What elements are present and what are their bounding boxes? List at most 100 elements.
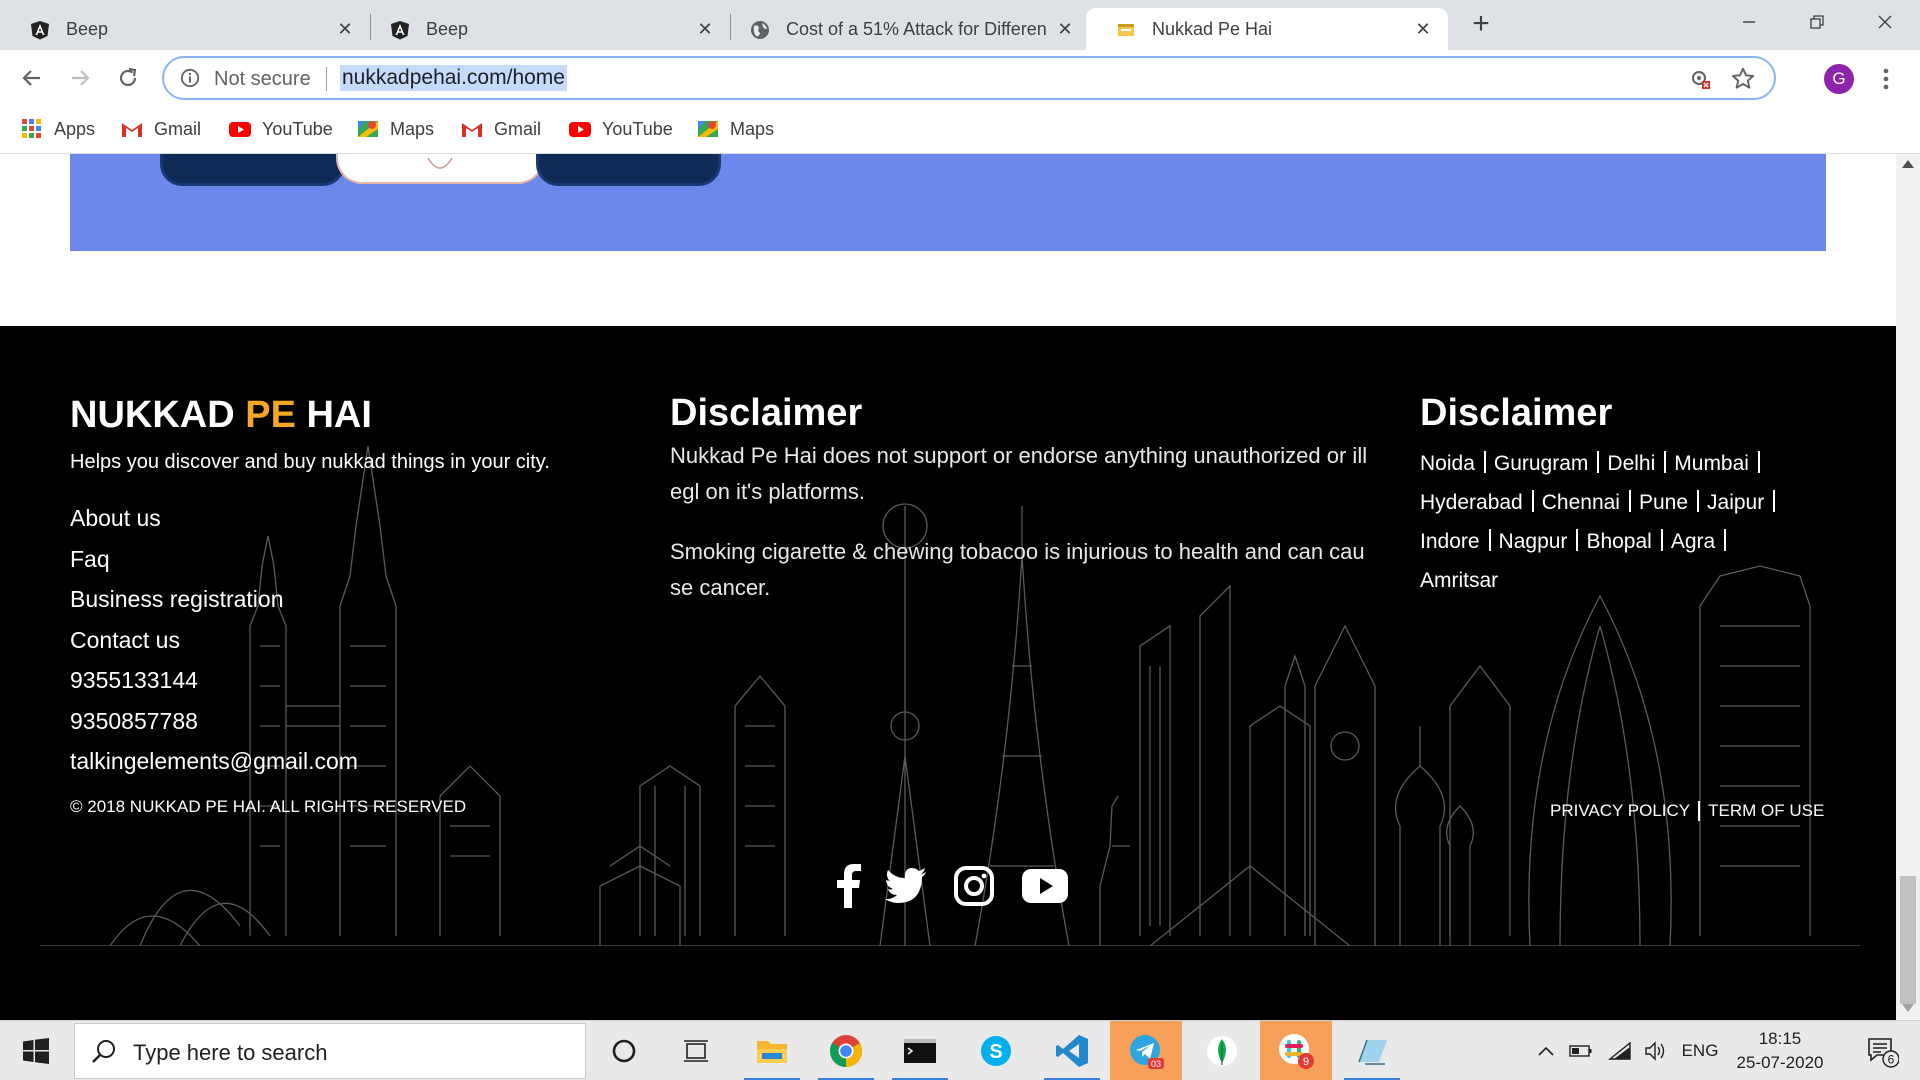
slack-icon: 9 [1279, 1034, 1314, 1069]
search-icon [92, 1040, 115, 1063]
taskbar-clock[interactable]: 18:15 25-07-2020 [1720, 1027, 1840, 1075]
city-link[interactable]: Indore [1420, 530, 1480, 553]
task-view-button[interactable] [660, 1021, 732, 1080]
tab-close-icon[interactable]: ✕ [694, 18, 716, 40]
bookmark-gmail[interactable]: Gmail [120, 116, 201, 142]
bookmark-apps[interactable]: Apps [20, 116, 95, 142]
tab-beep-2[interactable]: Beep ✕ [360, 8, 730, 50]
bookmark-youtube[interactable]: YouTube [568, 116, 673, 142]
bookmark-label: Gmail [494, 118, 542, 139]
start-button[interactable] [0, 1021, 72, 1080]
bookmark-youtube[interactable]: YouTube [228, 116, 333, 142]
reload-button[interactable] [110, 60, 146, 96]
bookmark-label: Maps [390, 118, 435, 139]
terms-of-use-link[interactable]: TERM OF USE [1708, 801, 1824, 821]
wifi-indicator[interactable] [1604, 1021, 1636, 1080]
instagram-link[interactable] [942, 860, 1006, 912]
footer-link-faq[interactable]: Faq [70, 539, 358, 580]
more-menu-icon[interactable] [1876, 64, 1896, 94]
security-label[interactable]: Not secure [214, 68, 311, 91]
forward-button[interactable] [62, 60, 98, 96]
bookmark-star-icon[interactable] [1730, 66, 1756, 92]
city-link[interactable]: Delhi [1607, 452, 1655, 475]
city-link[interactable]: Jaipur [1707, 491, 1764, 514]
bookmark-maps[interactable]: Maps [696, 116, 774, 142]
city-link[interactable]: Chennai [1542, 491, 1620, 514]
city-link[interactable]: Gurugram [1494, 452, 1589, 475]
info-icon[interactable] [180, 68, 200, 88]
page-scrollbar[interactable] [1896, 154, 1920, 1020]
city-link[interactable]: Nagpur [1499, 530, 1568, 553]
desktop-screen: Beep ✕ Beep ✕ Cost of a 51% Attack for D… [0, 0, 1920, 1080]
battery-indicator[interactable] [1566, 1021, 1596, 1080]
close-icon [1878, 15, 1892, 29]
tab-close-icon[interactable]: ✕ [334, 18, 356, 40]
slack-button[interactable]: 9 [1260, 1021, 1332, 1080]
volume-indicator[interactable] [1640, 1021, 1672, 1080]
tab-beep-1[interactable]: Beep ✕ [0, 8, 370, 50]
youtube-link[interactable] [1010, 860, 1080, 912]
city-separator [1757, 451, 1760, 473]
privacy-policy-link[interactable]: PRIVACY POLICY [1550, 801, 1690, 821]
back-button[interactable] [14, 60, 50, 96]
terminal-icon [904, 1039, 936, 1063]
new-tab-button[interactable]: + [1466, 9, 1496, 40]
city-separator [1488, 529, 1491, 551]
city-link[interactable]: Hyderabad [1420, 491, 1523, 514]
taskbar-search[interactable]: Type here to search [74, 1023, 586, 1079]
browser-tab-strip: Beep ✕ Beep ✕ Cost of a 51% Attack for D… [0, 0, 1920, 50]
footer-link-contact[interactable]: Contact us [70, 620, 358, 661]
scroll-up-arrow[interactable] [1902, 160, 1914, 168]
footer-phone-1[interactable]: 9355133144 [70, 660, 358, 701]
address-bar[interactable]: Not secure nukkadpehai.com/home [162, 56, 1776, 100]
tab-close-icon[interactable]: ✕ [1054, 18, 1076, 40]
tab-close-icon[interactable]: ✕ [1412, 18, 1434, 40]
chrome-button[interactable] [810, 1021, 882, 1080]
profile-avatar[interactable]: G [1824, 64, 1854, 94]
url-text[interactable]: nukkadpehai.com/home [340, 65, 567, 91]
city-link[interactable]: Agra [1671, 530, 1715, 553]
tab-cost-of-attack[interactable]: Cost of a 51% Attack for Differen ✕ [720, 8, 1090, 50]
facebook-link[interactable] [818, 860, 878, 912]
footer-brand: NUKKAD PE HAI [70, 394, 372, 437]
scrollbar-thumb[interactable] [1900, 876, 1916, 1004]
arrow-left-icon [22, 70, 40, 86]
google-lens-icon[interactable] [1688, 67, 1712, 91]
youtube-icon [1022, 869, 1068, 903]
close-window-button[interactable] [1852, 0, 1918, 44]
minimize-button[interactable] [1716, 0, 1782, 44]
city-separator [1664, 451, 1667, 473]
restore-button[interactable] [1784, 0, 1850, 44]
bookmark-gmail[interactable]: Gmail [460, 116, 541, 142]
city-link[interactable]: Amritsar [1420, 569, 1498, 592]
footer-phone-2[interactable]: 9350857788 [70, 701, 358, 742]
cortana-button[interactable] [588, 1021, 660, 1080]
city-link[interactable]: Bhopal [1586, 530, 1651, 553]
tab-title: Nukkad Pe Hai [1152, 18, 1273, 39]
city-link[interactable]: Mumbai [1674, 452, 1749, 475]
input-language[interactable]: ENG [1680, 1021, 1720, 1080]
scroll-down-arrow[interactable] [1902, 1004, 1914, 1012]
action-center-button[interactable]: 6 [1850, 1021, 1914, 1080]
skype-button[interactable]: S [960, 1021, 1032, 1080]
footer-link-about[interactable]: About us [70, 498, 358, 539]
file-explorer-button[interactable] [736, 1021, 808, 1080]
city-link[interactable]: Pune [1639, 491, 1688, 514]
tab-nukkad-pe-hai[interactable]: Nukkad Pe Hai ✕ [1086, 8, 1448, 50]
twitter-link[interactable] [874, 860, 938, 912]
notification-count: 6 [1888, 1053, 1895, 1067]
footer-link-business-registration[interactable]: Business registration [70, 579, 358, 620]
terminal-button[interactable] [884, 1021, 956, 1080]
telegram-button[interactable]: 03 [1110, 1021, 1182, 1080]
legal-links: PRIVACY POLICY TERM OF USE [1550, 801, 1824, 821]
footer-email[interactable]: talkingelements@gmail.com [70, 741, 358, 782]
vscode-button[interactable] [1036, 1021, 1108, 1080]
slack-badge: 9 [1303, 1056, 1309, 1068]
notepad-button[interactable] [1336, 1021, 1408, 1080]
svg-text:S: S [989, 1041, 1002, 1063]
bookmark-maps[interactable]: Maps [356, 116, 434, 142]
maps-icon [698, 121, 718, 137]
show-hidden-icons[interactable] [1534, 1021, 1558, 1080]
city-link[interactable]: Noida [1420, 452, 1475, 475]
mongodb-button[interactable] [1186, 1021, 1258, 1080]
